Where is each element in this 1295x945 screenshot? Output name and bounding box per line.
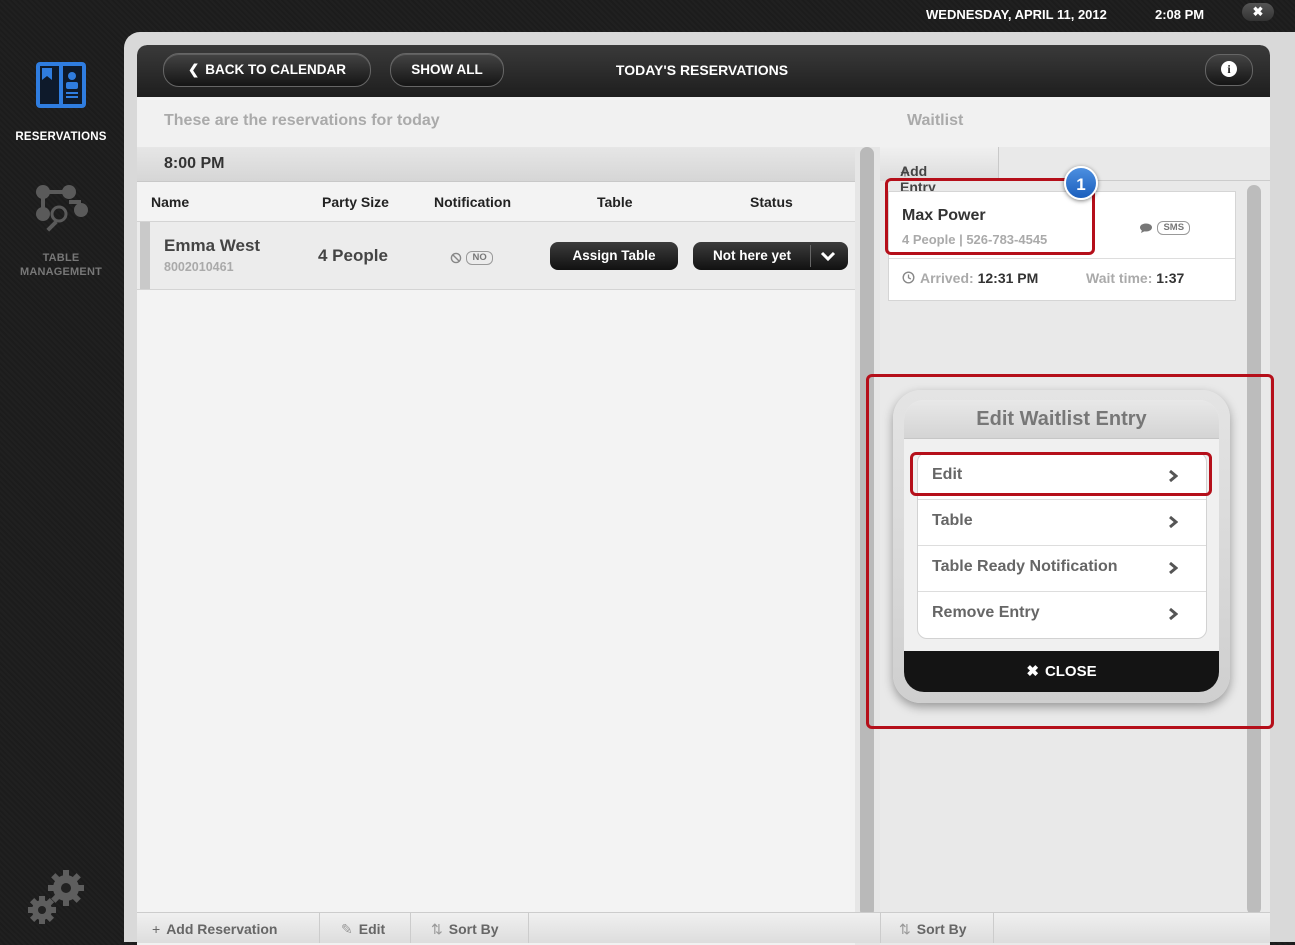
nav-table-management[interactable]: TABLE MANAGEMENT [0, 180, 122, 279]
add-reservation-button[interactable]: + Add Reservation [152, 921, 277, 937]
sort-by-button[interactable]: ⇅ Sort By [431, 921, 499, 938]
toolbar-separator [410, 913, 411, 943]
arrived-label: Arrived: [920, 270, 974, 286]
table-management-icon [36, 185, 88, 232]
speech-bubble-icon [1140, 223, 1152, 233]
info-icon: i [1221, 61, 1237, 77]
nav-reservations[interactable]: RESERVATIONS [0, 58, 122, 143]
clock-icon [902, 271, 915, 284]
highlight-edit-item [910, 452, 1212, 496]
column-header-name[interactable]: Name [151, 194, 189, 210]
waitlist-sort-by-label: Sort By [916, 921, 967, 937]
page-title: TODAY'S RESERVATIONS [615, 62, 789, 78]
back-to-calendar-button[interactable]: ❮ BACK TO CALENDAR [163, 53, 371, 87]
sort-by-label: Sort By [448, 921, 499, 937]
toolbar-separator [880, 913, 881, 943]
window-close-button[interactable]: ✖ [1242, 3, 1274, 21]
bottom-toolbar: + Add Reservation ✎ Edit ⇅ Sort By ⇅ Sort By [137, 912, 1270, 943]
wait-time-info: Wait time: 1:37 [1086, 270, 1184, 286]
info-button[interactable]: i [1205, 54, 1253, 86]
arrived-time: 12:31 PM [977, 270, 1039, 286]
reservations-subtitle: These are the reservations for today [164, 112, 440, 129]
notification-tag: NO [466, 250, 493, 265]
toolbar-separator [528, 913, 529, 943]
nav-table-management-line2: MANAGEMENT [19, 266, 103, 278]
column-header-party-size[interactable]: Party Size [322, 194, 389, 210]
wait-time-value: 1:37 [1156, 270, 1185, 286]
card-separator [889, 258, 1235, 259]
waitlist-sort-by-button[interactable]: ⇅ Sort By [899, 921, 967, 938]
column-header-notification[interactable]: Notification [434, 194, 511, 210]
status-separator [810, 245, 811, 267]
column-header-status[interactable]: Status [750, 194, 793, 210]
highlight-edit-popup [866, 374, 1274, 729]
status-dropdown[interactable]: Not here yet [693, 242, 848, 270]
party-size: 4 People [318, 246, 388, 265]
edit-label: Edit [358, 921, 386, 937]
sms-tag: SMS [1157, 220, 1191, 235]
row-indicator [140, 222, 150, 289]
chevron-left-icon: ❮ [187, 62, 200, 77]
add-reservation-label: Add Reservation [166, 921, 278, 937]
toolbar-separator [993, 913, 994, 943]
edit-button[interactable]: ✎ Edit [341, 921, 385, 938]
plus-icon: + [152, 921, 161, 937]
back-to-calendar-label: BACK TO CALENDAR [205, 62, 347, 77]
wait-time-label: Wait time: [1086, 270, 1153, 286]
assign-table-button[interactable]: Assign Table [550, 242, 678, 270]
panel-header: ❮ BACK TO CALENDAR SHOW ALL TODAY'S RESER… [137, 45, 1270, 97]
show-all-button[interactable]: SHOW ALL [390, 53, 504, 87]
current-time: 2:08 PM [1155, 7, 1205, 22]
reservations-list: 8:00 PM Name Party Size Notification Tab… [137, 147, 855, 917]
status-label: Not here yet [712, 248, 792, 263]
current-date: WEDNESDAY, APRIL 11, 2012 [926, 7, 1107, 22]
reservation-row[interactable]: Emma West 8002010461 4 People NO Assign … [137, 221, 855, 290]
guest-name: Emma West [164, 236, 261, 255]
add-entry-button[interactable]: + Add Entry [880, 147, 999, 195]
step-badge: 1 [1064, 166, 1098, 200]
sms-notification: SMS [1139, 219, 1191, 237]
settings-gear-icon[interactable] [22, 868, 90, 928]
no-notification-icon [450, 252, 462, 264]
waitlist-subtitle: Waitlist [907, 112, 964, 129]
sort-icon: ⇅ [899, 921, 911, 937]
notification-status: NO [450, 249, 493, 267]
arrived-info: Arrived: 12:31 PM [902, 270, 1038, 286]
time-slot-header: 8:00 PM [137, 147, 855, 182]
guest-id: 8002010461 [164, 260, 234, 274]
sort-icon: ⇅ [431, 921, 443, 937]
pencil-icon: ✎ [341, 921, 353, 937]
chevron-down-icon [820, 251, 836, 262]
nav-table-management-label: TABLE MANAGEMENT [0, 251, 122, 279]
highlight-waitlist-entry [885, 178, 1095, 255]
reservations-book-icon [36, 62, 86, 108]
toolbar-separator [319, 913, 320, 943]
time-slot-label: 8:00 PM [164, 155, 225, 172]
nav-reservations-label: RESERVATIONS [15, 131, 107, 143]
nav-table-management-line1: TABLE [42, 252, 80, 264]
status-bar: WEDNESDAY, APRIL 11, 2012 2:08 PM ✖ [0, 0, 1295, 30]
column-header-table[interactable]: Table [597, 194, 633, 210]
